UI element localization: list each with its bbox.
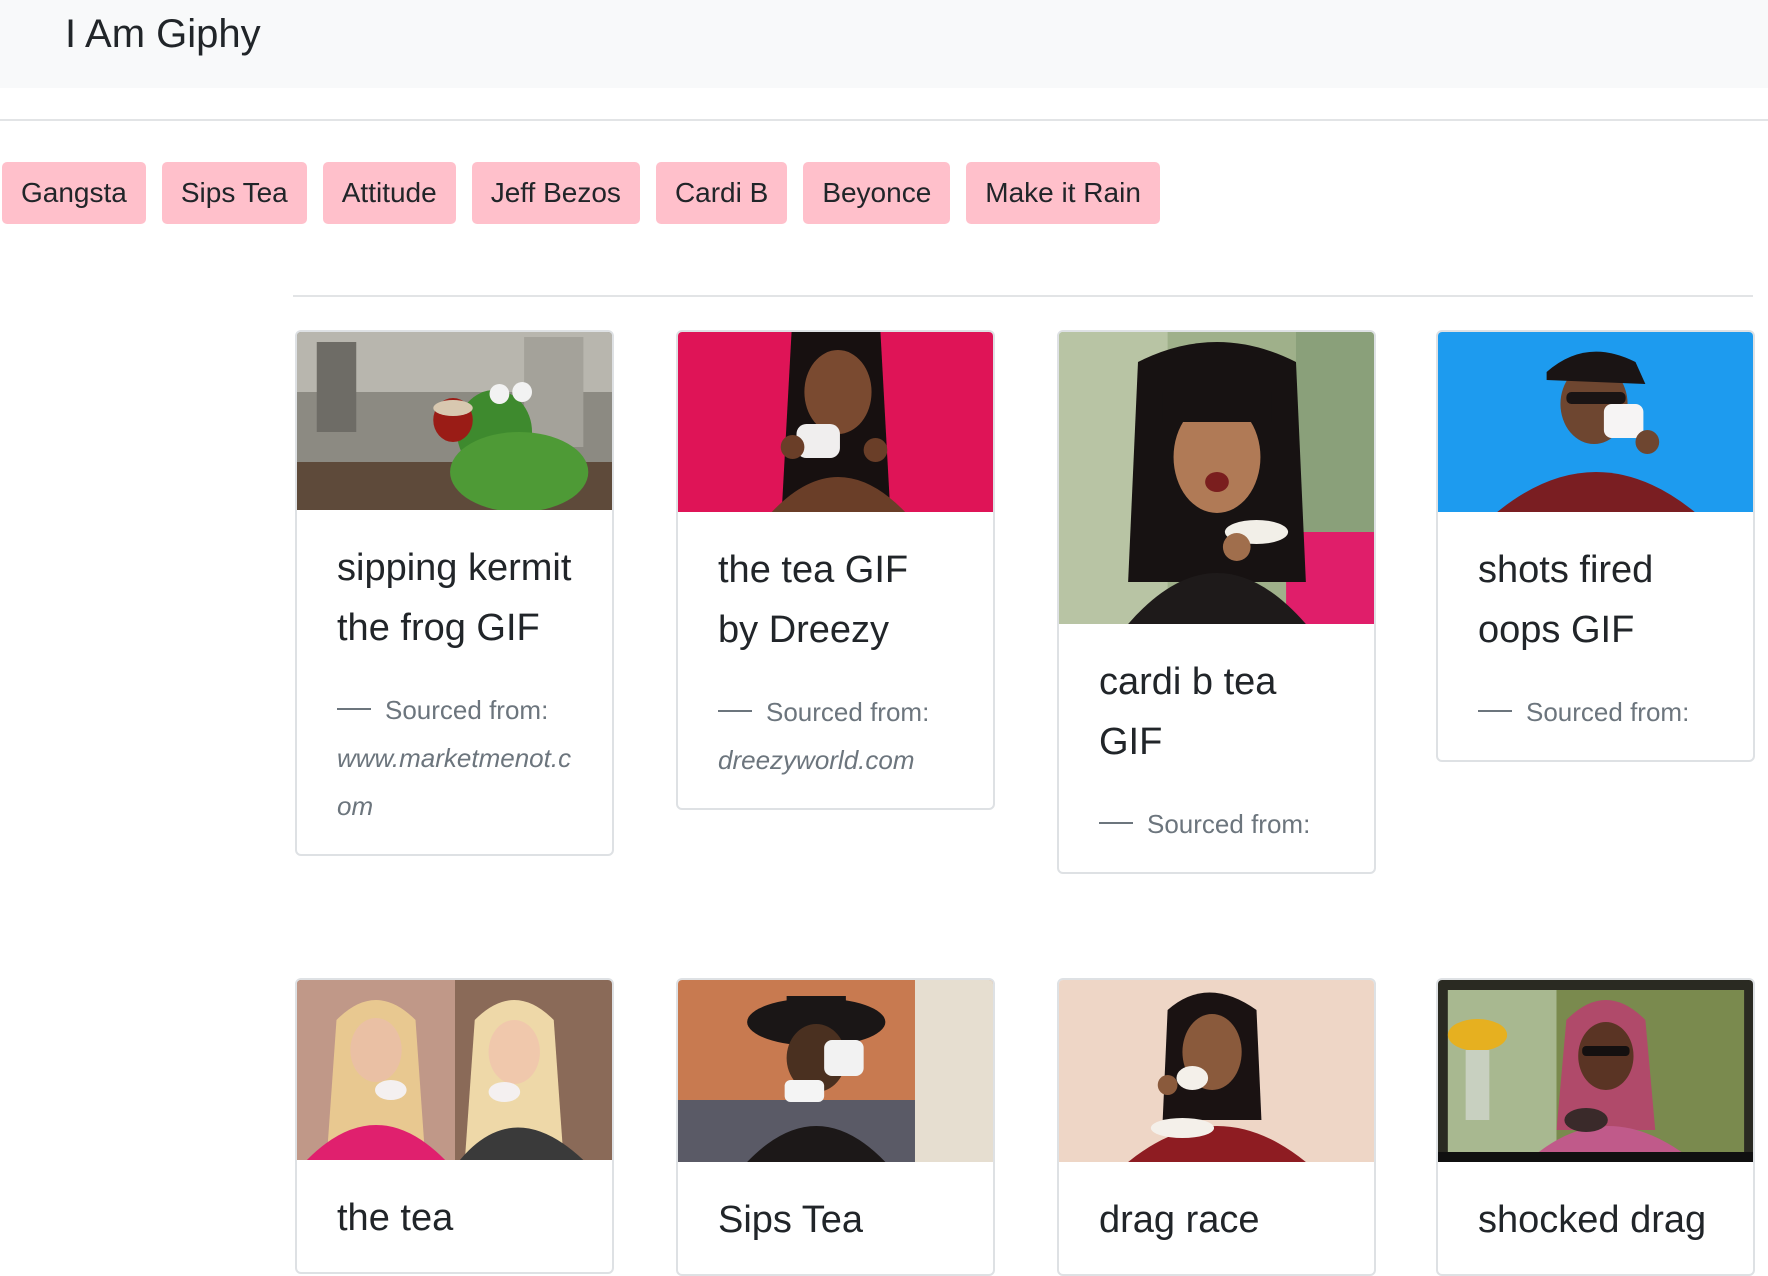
card-body: sipping kermit the frog GIF Sourced from… [297,510,612,854]
source-label: Sourced from: [1526,697,1690,727]
gif-image-the-tea[interactable] [297,980,612,1160]
divider-top [0,119,1768,121]
topic-button-jeff-bezos[interactable]: Jeff Bezos [471,162,640,224]
card-body: shocked drag [1438,1162,1753,1274]
card-body: the tea [297,1160,612,1272]
card-body: cardi b tea GIF Sourced from: [1059,624,1374,872]
em-dash-icon [1478,710,1512,713]
topic-button-cardi-b[interactable]: Cardi B [655,162,788,224]
source-url[interactable]: dreezyworld.com [718,736,953,784]
card-title: sipping kermit the frog GIF [337,547,572,649]
gif-card: Sips Tea [676,978,995,1276]
gif-image-dreezy[interactable] [678,332,993,512]
card-title: Sips Tea [718,1199,864,1241]
gif-image-kermit[interactable] [297,332,612,510]
source-label: Sourced from: [1147,809,1311,839]
card-source: Sourced from: [337,686,572,734]
em-dash-icon [337,708,371,711]
card-body: Sips Tea [678,1162,993,1274]
gif-card: the tea GIF by Dreezy Sourced from: dree… [676,330,995,810]
topic-button-sips-tea[interactable]: Sips Tea [161,162,307,224]
card-title: the tea [337,1197,454,1239]
brand-title[interactable]: I Am Giphy [65,10,261,58]
gif-card: shots fired oops GIF Sourced from: [1436,330,1755,762]
navbar: I Am Giphy [0,0,1768,88]
source-url[interactable]: www.marketmenot.com [337,734,572,830]
card-source: Sourced from: [1099,800,1334,848]
card-title: cardi b tea GIF [1099,661,1277,763]
source-label: Sourced from: [766,697,930,727]
gif-image-sips-tea[interactable] [678,980,993,1162]
gif-card: drag race [1057,978,1376,1276]
em-dash-icon [718,710,752,713]
card-source: Sourced from: [1478,688,1713,736]
gif-image-shots-fired[interactable] [1438,332,1753,512]
source-label: Sourced from: [385,695,549,725]
card-title: the tea GIF by Dreezy [718,549,909,651]
gif-card: the tea [295,978,614,1274]
topic-button-beyonce[interactable]: Beyonce [803,162,951,224]
gif-image-drag-race[interactable] [1059,980,1374,1162]
topic-button-make-it-rain[interactable]: Make it Rain [966,162,1160,224]
topic-button-attitude[interactable]: Attitude [322,162,456,224]
topic-button-row: Gangsta Sips Tea Attitude Jeff Bezos Car… [2,162,1160,224]
card-source: Sourced from: [718,688,953,736]
card-title: drag race [1099,1199,1260,1241]
card-title: shocked drag [1478,1199,1707,1241]
gif-image-cardi-b[interactable] [1059,332,1374,624]
card-body: drag race [1059,1162,1374,1274]
gif-image-shocked-drag[interactable] [1438,980,1753,1162]
card-body: the tea GIF by Dreezy Sourced from: dree… [678,512,993,808]
card-title: shots fired oops GIF [1478,549,1654,651]
divider-gif-section [293,295,1753,297]
gif-card: cardi b tea GIF Sourced from: [1057,330,1376,874]
gif-card: shocked drag [1436,978,1755,1276]
em-dash-icon [1099,822,1133,825]
gif-card: sipping kermit the frog GIF Sourced from… [295,330,614,856]
topic-button-gangsta[interactable]: Gangsta [2,162,146,224]
card-body: shots fired oops GIF Sourced from: [1438,512,1753,760]
